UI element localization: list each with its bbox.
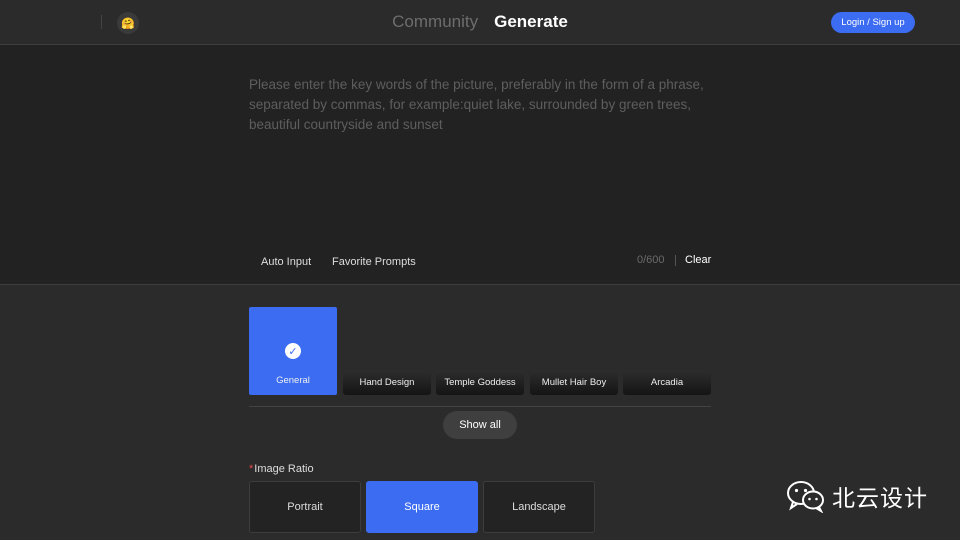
style-card-label: Temple Goddess [444, 377, 516, 388]
image-ratio-label: *Image Ratio [249, 463, 314, 475]
style-card-general[interactable]: ✓ General [249, 307, 337, 395]
wechat-icon [787, 481, 824, 513]
prompt-panel: Auto Input Favorite Prompts 0/600 Clear [0, 44, 960, 285]
header-divider [101, 15, 102, 29]
ratio-landscape-button[interactable]: Landscape [483, 481, 595, 533]
styles-divider [249, 406, 711, 407]
style-card-label: Hand Design [359, 377, 415, 388]
character-counter: 0/600 [637, 254, 665, 266]
show-all-button[interactable]: Show all [443, 411, 517, 439]
favorite-prompts-button[interactable]: Favorite Prompts [332, 256, 416, 268]
style-card-arcadia[interactable]: Arcadia [623, 370, 711, 395]
watermark-text: 北云设计 [832, 485, 928, 511]
checkmark-icon: ✓ [285, 343, 301, 359]
image-ratio-label-text: Image Ratio [254, 463, 314, 475]
style-card-mullet-hair-boy[interactable]: Mullet Hair Boy [530, 370, 618, 395]
style-card-label: Mullet Hair Boy [541, 377, 607, 388]
required-mark: * [249, 463, 254, 475]
ratio-square-button[interactable]: Square [366, 481, 478, 533]
auto-input-button[interactable]: Auto Input [261, 256, 311, 268]
main-nav: Community Generate [0, 0, 960, 44]
style-card-temple-goddess[interactable]: Temple Goddess [436, 370, 524, 395]
login-signup-button[interactable]: Login / Sign up [831, 12, 915, 33]
counter-separator [675, 255, 676, 266]
ratio-portrait-button[interactable]: Portrait [249, 481, 361, 533]
tab-generate[interactable]: Generate [494, 12, 568, 32]
prompt-input[interactable] [249, 75, 719, 235]
top-header: 🤗 Community Generate Login / Sign up [0, 0, 960, 44]
style-card-hand-design[interactable]: Hand Design [343, 370, 431, 395]
style-card-label: Arcadia [650, 377, 684, 388]
style-card-label: General [276, 375, 310, 386]
logo-emoji-icon[interactable]: 🤗 [117, 12, 139, 34]
clear-button[interactable]: Clear [685, 254, 711, 266]
watermark: 北云设计 [786, 478, 936, 514]
tab-community[interactable]: Community [392, 12, 478, 32]
